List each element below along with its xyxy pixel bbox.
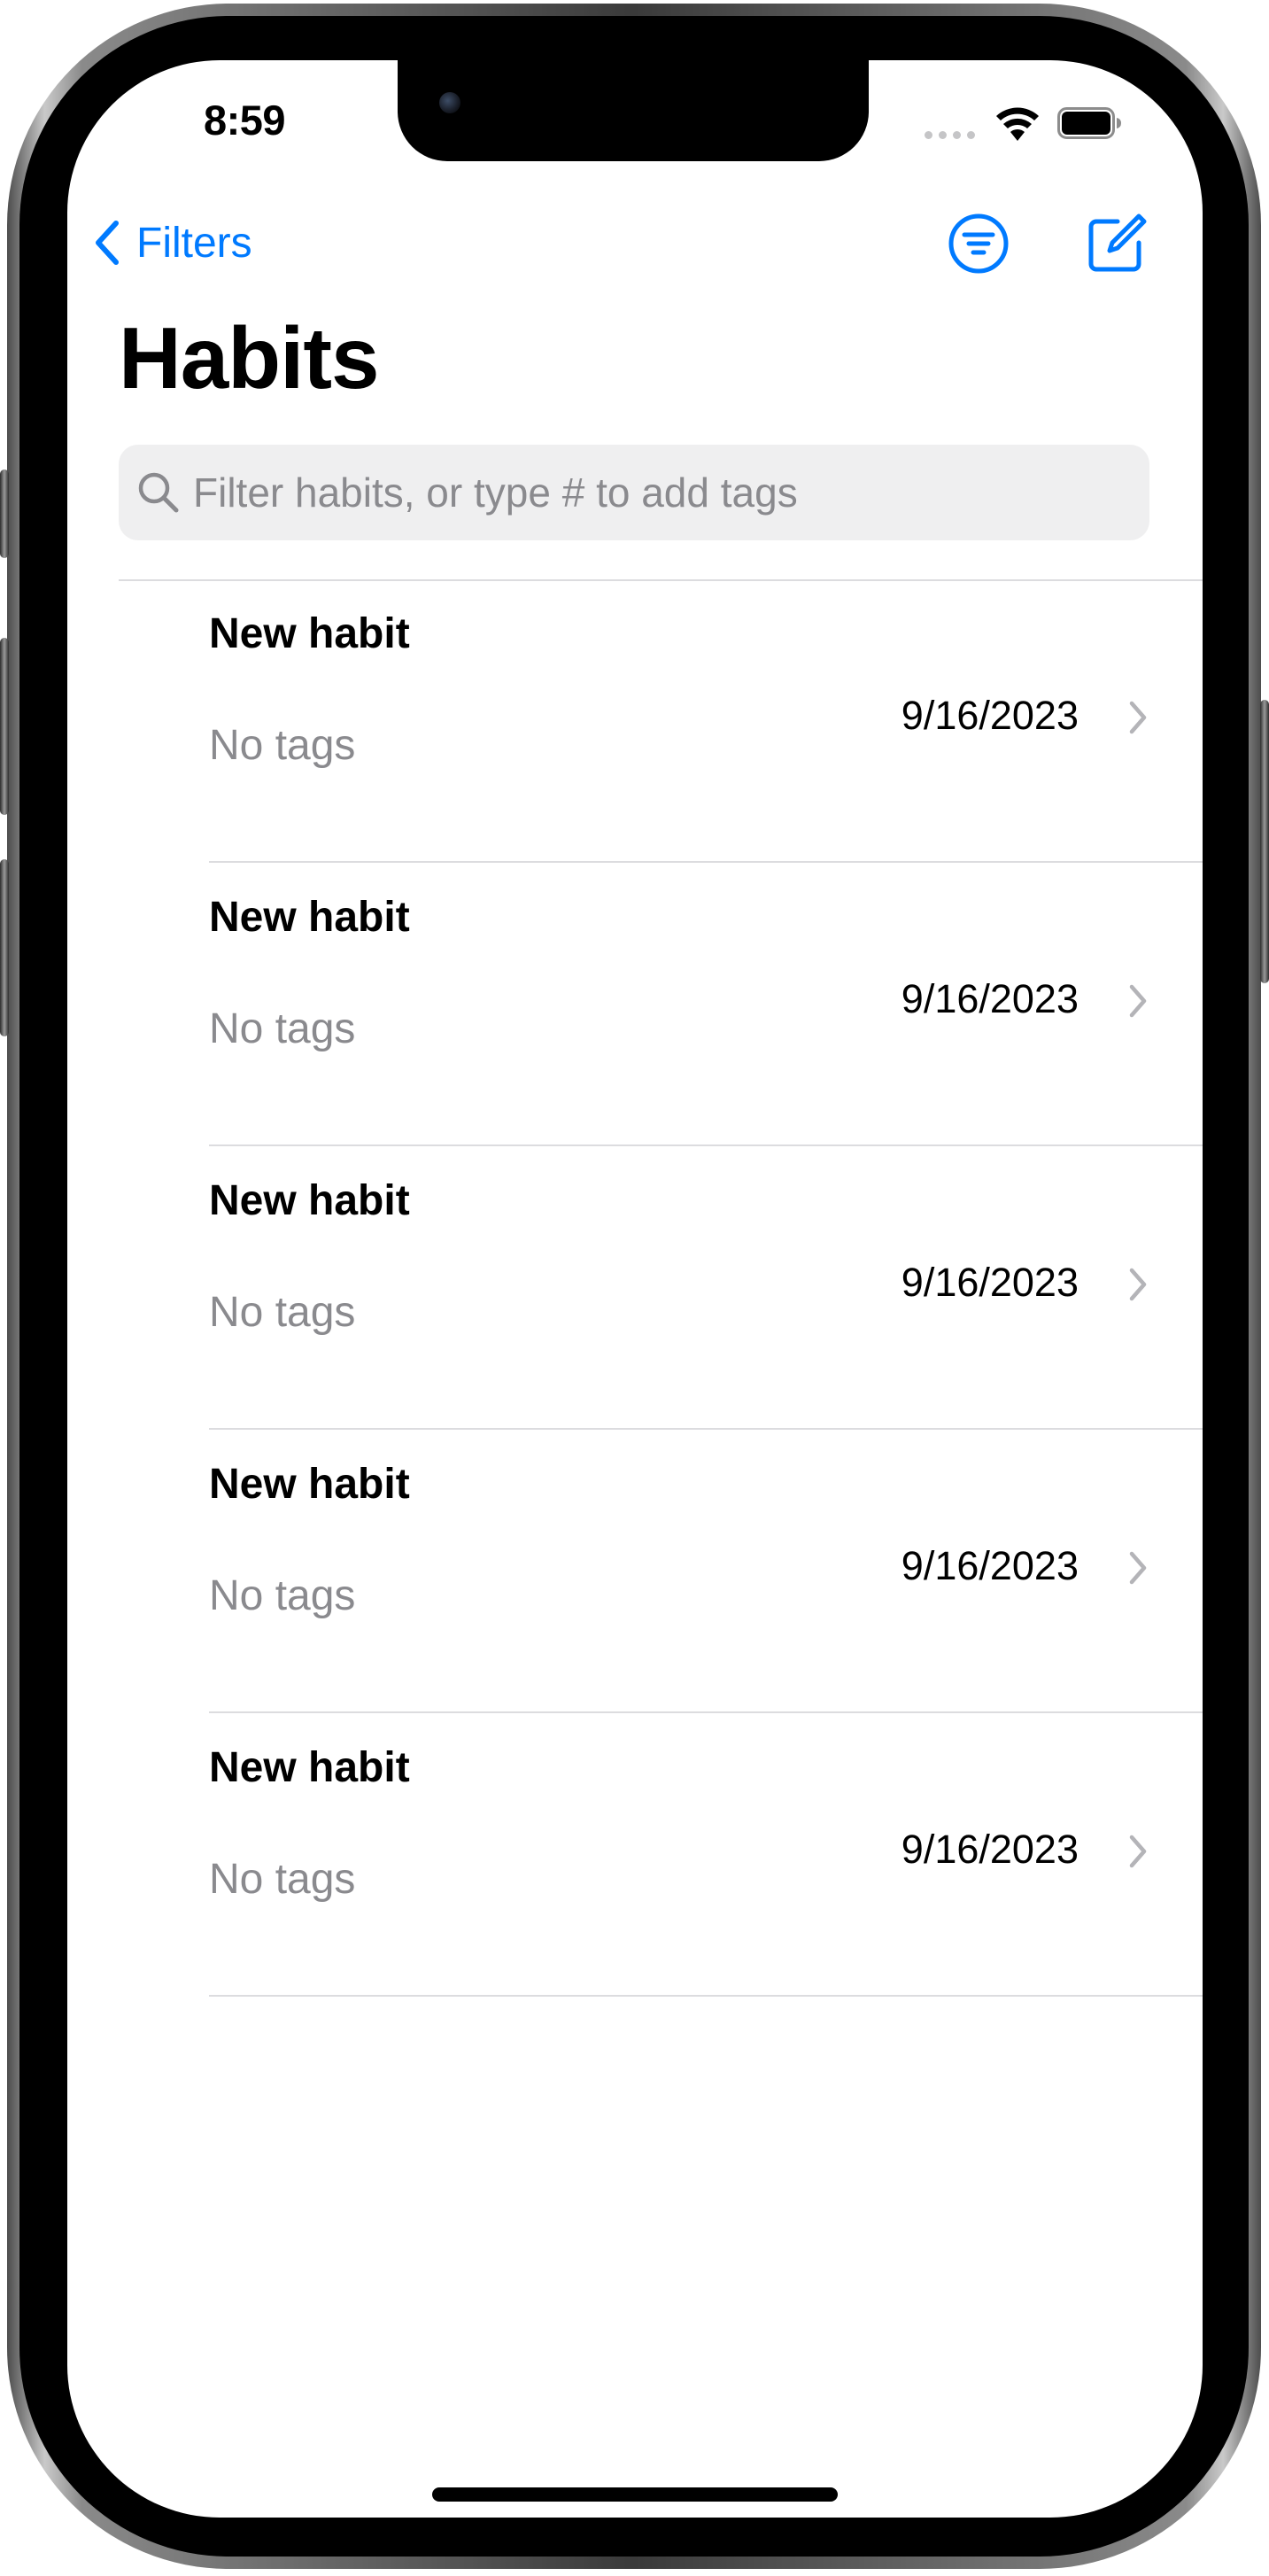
habit-tags: No tags bbox=[209, 1572, 356, 1619]
power-button bbox=[1260, 700, 1269, 983]
habit-date: 9/16/2023 bbox=[901, 1827, 1079, 1872]
status-time: 8:59 bbox=[203, 97, 286, 144]
habit-title: New habit bbox=[209, 1744, 410, 1791]
habit-title: New habit bbox=[209, 610, 410, 657]
habit-title: New habit bbox=[209, 1461, 410, 1508]
habit-tags: No tags bbox=[209, 1856, 356, 1903]
habit-row[interactable]: New habit No tags 9/16/2023 bbox=[67, 1713, 1203, 1997]
wifi-icon bbox=[996, 107, 1039, 141]
battery-full-icon bbox=[1057, 107, 1121, 139]
habit-date: 9/16/2023 bbox=[901, 976, 1079, 1021]
habit-title: New habit bbox=[209, 894, 410, 941]
action-button bbox=[0, 469, 9, 558]
habit-date: 9/16/2023 bbox=[901, 1543, 1079, 1588]
habit-tags: No tags bbox=[209, 1005, 356, 1052]
habit-date: 9/16/2023 bbox=[901, 693, 1079, 738]
habit-row[interactable]: New habit No tags 9/16/2023 bbox=[67, 1146, 1203, 1430]
search-field[interactable] bbox=[119, 445, 1149, 540]
screen: 8:59 Filters Habits Filter habits, or ty… bbox=[67, 60, 1203, 2518]
chevron-right-icon bbox=[1129, 1835, 1147, 1868]
habits-list: New habit No tags 9/16/2023 New habit No… bbox=[67, 579, 1203, 1997]
chevron-right-icon bbox=[1129, 1268, 1147, 1301]
habit-row[interactable]: New habit No tags 9/16/2023 bbox=[67, 863, 1203, 1146]
volume-down-button bbox=[0, 859, 9, 1036]
search-input[interactable] bbox=[193, 445, 1149, 540]
filter-circle-icon bbox=[948, 213, 1009, 274]
chevron-right-icon bbox=[1129, 1551, 1147, 1585]
back-button-label: Filters bbox=[136, 219, 252, 267]
home-indicator[interactable] bbox=[432, 2487, 838, 2502]
compose-button[interactable] bbox=[1086, 211, 1148, 275]
front-camera bbox=[439, 92, 460, 113]
row-separator bbox=[209, 1995, 1203, 1997]
chevron-right-icon bbox=[1129, 984, 1147, 1018]
chevron-right-icon bbox=[1129, 701, 1147, 734]
habit-title: New habit bbox=[209, 1177, 410, 1224]
compose-icon bbox=[1088, 213, 1147, 272]
volume-up-button bbox=[0, 638, 9, 815]
dynamic-island bbox=[398, 60, 869, 161]
habit-tags: No tags bbox=[209, 722, 356, 769]
habit-row[interactable]: New habit No tags 9/16/2023 bbox=[67, 1430, 1203, 1713]
habit-date: 9/16/2023 bbox=[901, 1260, 1079, 1305]
habit-row[interactable]: New habit No tags 9/16/2023 bbox=[67, 579, 1203, 863]
chevron-left-icon bbox=[96, 221, 119, 265]
filter-button[interactable] bbox=[948, 213, 1010, 275]
page-title: Habits bbox=[119, 309, 380, 407]
cellular-signal-icon bbox=[925, 131, 975, 139]
habit-tags: No tags bbox=[209, 1289, 356, 1336]
back-button[interactable]: Filters bbox=[94, 214, 252, 271]
search-icon bbox=[138, 472, 179, 513]
